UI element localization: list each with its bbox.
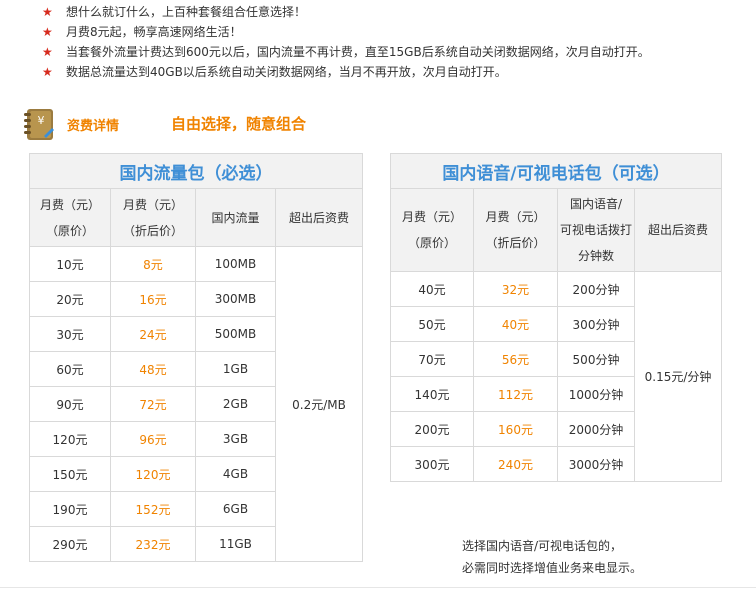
cell-original-price: 50元 bbox=[390, 306, 474, 342]
cell-discount-price: 152元 bbox=[110, 491, 196, 527]
note-item: ★ 当套餐外流量计费达到600元以后，国内流量不再计费，直至15GB后系统自动关… bbox=[42, 42, 754, 62]
cell-original-price: 10元 bbox=[29, 246, 111, 282]
note-text: 当套餐外流量计费达到600元以后，国内流量不再计费，直至15GB后系统自动关闭数… bbox=[66, 45, 650, 59]
star-icon: ★ bbox=[42, 45, 53, 59]
cell-data-volume: 1GB bbox=[195, 351, 276, 387]
note-item: ★ 想什么就订什么，上百种套餐组合任意选择！ bbox=[42, 2, 754, 22]
notes-list: ★ 想什么就订什么，上百种套餐组合任意选择！ ★ 月费8元起，畅享高速网络生活！… bbox=[42, 2, 754, 82]
cell-discount-price: 56元 bbox=[473, 341, 558, 377]
cell-discount-price: 40元 bbox=[473, 306, 558, 342]
svg-text:¥: ¥ bbox=[38, 114, 45, 127]
header-data-volume: 国内流量 bbox=[195, 188, 276, 247]
cell-discount-price: 112元 bbox=[473, 376, 558, 412]
cell-discount-price: 96元 bbox=[110, 421, 196, 457]
cell-data-volume: 2GB bbox=[195, 386, 276, 422]
cell-data-volume: 3GB bbox=[195, 421, 276, 457]
note-item: ★ 月费8元起，畅享高速网络生活！ bbox=[42, 22, 754, 42]
cell-call-minutes: 300分钟 bbox=[557, 306, 635, 342]
footnote-line: 必需同时选择增值业务来电显示。 bbox=[462, 561, 643, 575]
bottom-divider bbox=[0, 587, 756, 588]
cell-discount-price: 8元 bbox=[110, 246, 196, 282]
cell-data-volume: 6GB bbox=[195, 491, 276, 527]
cell-original-price: 20元 bbox=[29, 281, 111, 317]
cell-original-price: 190元 bbox=[29, 491, 111, 527]
header-original-price: 月费（元） （原价） bbox=[390, 188, 474, 272]
cell-original-price: 150元 bbox=[29, 456, 111, 492]
table-title: 国内流量包（必选） bbox=[29, 153, 363, 189]
cell-call-minutes: 200分钟 bbox=[557, 271, 635, 307]
cell-data-volume: 4GB bbox=[195, 456, 276, 492]
table-title: 国内语音/可视电话包（可选） bbox=[389, 153, 723, 189]
cell-discount-price: 120元 bbox=[110, 456, 196, 492]
cell-original-price: 290元 bbox=[29, 526, 111, 562]
star-icon: ★ bbox=[42, 5, 53, 19]
footnote-line: 选择国内语音/可视电话包的， bbox=[462, 539, 623, 553]
note-text: 数据总流量达到40GB以后系统自动关闭数据网络，当月不再开放，次月自动打开。 bbox=[66, 65, 507, 79]
cell-original-price: 70元 bbox=[390, 341, 474, 377]
cell-discount-price: 72元 bbox=[110, 386, 196, 422]
cell-original-price: 90元 bbox=[29, 386, 111, 422]
cell-discount-price: 32元 bbox=[473, 271, 558, 307]
note-item: ★ 数据总流量达到40GB以后系统自动关闭数据网络，当月不再开放，次月自动打开。 bbox=[42, 62, 754, 82]
header-discount-price: 月费（元） （折后价） bbox=[473, 188, 558, 272]
data-package-table: 国内流量包（必选） 月费（元） （原价） 月费（元） （折后价） 国内流量 超出… bbox=[29, 153, 363, 562]
voice-package-footnote: 选择国内语音/可视电话包的， 必需同时选择增值业务来电显示。 bbox=[462, 535, 642, 579]
cell-discount-price: 232元 bbox=[110, 526, 196, 562]
note-text: 月费8元起，畅享高速网络生活！ bbox=[66, 25, 242, 39]
cell-discount-price: 24元 bbox=[110, 316, 196, 352]
header-overage: 超出后资费 bbox=[633, 188, 723, 272]
cell-data-volume: 100MB bbox=[195, 246, 276, 282]
cell-original-price: 120元 bbox=[29, 421, 111, 457]
cell-original-price: 140元 bbox=[390, 376, 474, 412]
cell-call-minutes: 2000分钟 bbox=[557, 411, 635, 447]
cell-call-minutes: 3000分钟 bbox=[557, 446, 635, 482]
table-row: 10元 8元 100MB 0.2元/MB bbox=[29, 246, 363, 562]
notebook-yen-icon: ¥ bbox=[24, 109, 54, 140]
cell-overage-rate: 0.15元/分钟 bbox=[633, 271, 723, 482]
cell-discount-price: 160元 bbox=[473, 411, 558, 447]
header-call-minutes: 国内语音/ 可视电话拨打 分钟数 bbox=[557, 188, 635, 272]
voice-package-table: 国内语音/可视电话包（可选） 月费（元） （原价） 月费（元） （折后价） 国内… bbox=[389, 153, 723, 482]
cell-discount-price: 16元 bbox=[110, 281, 196, 317]
table-row: 40元 32元 200分钟 0.15元/分钟 bbox=[390, 271, 723, 482]
cell-call-minutes: 1000分钟 bbox=[557, 376, 635, 412]
header-discount-price: 月费（元） （折后价） bbox=[110, 188, 196, 247]
section-slogan: 自由选择，随意组合 bbox=[171, 115, 307, 133]
star-icon: ★ bbox=[42, 25, 53, 39]
cell-overage-rate: 0.2元/MB bbox=[275, 246, 363, 562]
star-icon: ★ bbox=[42, 65, 53, 79]
cell-original-price: 40元 bbox=[390, 271, 474, 307]
cell-original-price: 60元 bbox=[29, 351, 111, 387]
section-title: 资费详情 bbox=[67, 119, 120, 134]
section-header: ¥ 资费详情 自由选择，随意组合 bbox=[18, 106, 618, 142]
note-text: 想什么就订什么，上百种套餐组合任意选择！ bbox=[66, 5, 307, 19]
header-overage: 超出后资费 bbox=[275, 188, 363, 247]
cell-data-volume: 500MB bbox=[195, 316, 276, 352]
cell-discount-price: 240元 bbox=[473, 446, 558, 482]
cell-original-price: 200元 bbox=[390, 411, 474, 447]
cell-data-volume: 300MB bbox=[195, 281, 276, 317]
cell-call-minutes: 500分钟 bbox=[557, 341, 635, 377]
header-original-price: 月费（元） （原价） bbox=[29, 188, 111, 247]
cell-original-price: 30元 bbox=[29, 316, 111, 352]
cell-discount-price: 48元 bbox=[110, 351, 196, 387]
cell-original-price: 300元 bbox=[390, 446, 474, 482]
cell-data-volume: 11GB bbox=[195, 526, 276, 562]
